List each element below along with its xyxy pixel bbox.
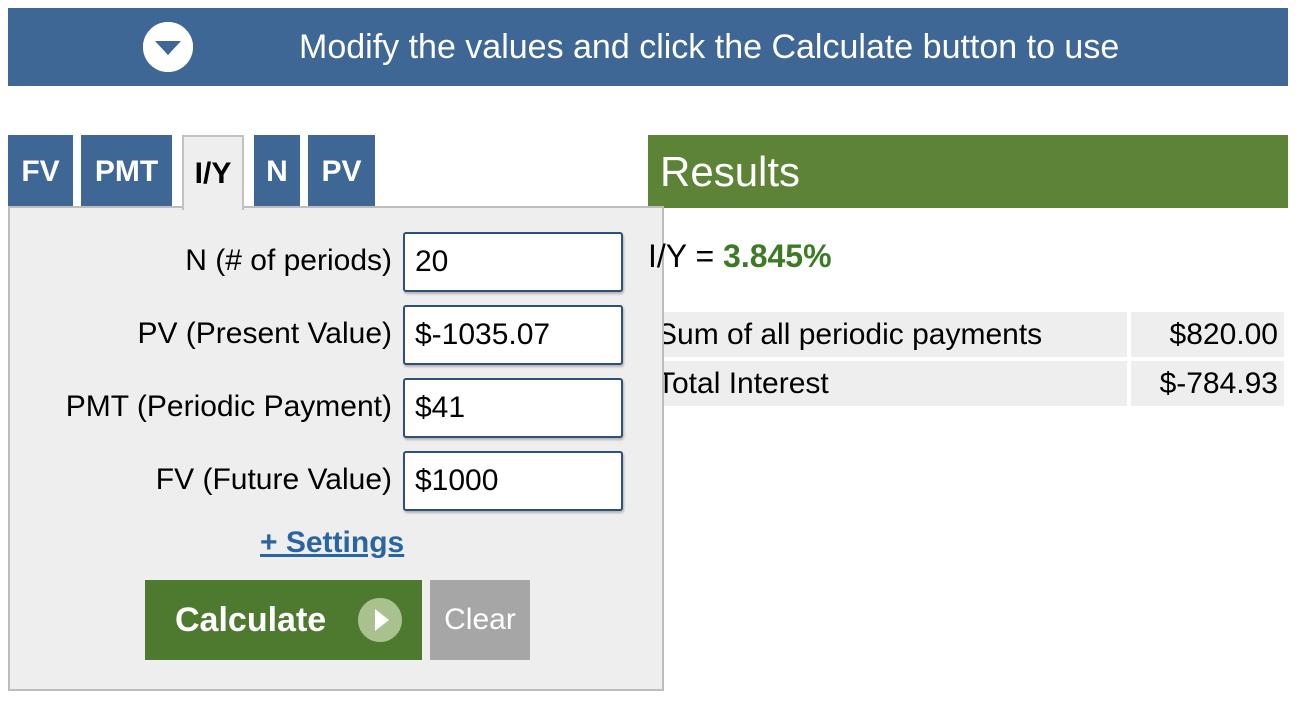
results-summary-table: Sum of all periodic payments $820.00 Tot… [647, 308, 1288, 410]
calculate-label: Calculate [175, 601, 327, 639]
summary-label: Total Interest [651, 361, 1127, 406]
instruction-banner: Modify the values and click the Calculat… [8, 8, 1288, 86]
result-line: I/Y = 3.845% [648, 238, 832, 275]
pmt-label: PMT (Periodic Payment) [65, 390, 392, 423]
banner-text: Modify the values and click the Calculat… [299, 28, 1120, 66]
table-row: Sum of all periodic payments $820.00 [651, 312, 1284, 357]
pv-input[interactable] [403, 305, 623, 365]
fv-label: FV (Future Value) [155, 463, 392, 496]
pv-label: PV (Present Value) [137, 317, 392, 350]
chevron-down-icon[interactable] [143, 22, 193, 72]
fv-input[interactable] [403, 451, 623, 511]
tab-iy[interactable]: I/Y [182, 135, 244, 210]
pmt-input[interactable] [403, 378, 623, 438]
summary-value: $-784.93 [1131, 361, 1284, 406]
n-label: N (# of periods) [185, 244, 392, 277]
tab-n[interactable]: N [254, 135, 300, 208]
result-value: 3.845% [723, 238, 832, 274]
result-prefix: I/Y = [648, 238, 724, 274]
summary-label: Sum of all periodic payments [651, 312, 1127, 357]
n-input[interactable] [403, 232, 623, 292]
tab-pv[interactable]: PV [308, 135, 375, 208]
clear-button[interactable]: Clear [430, 580, 530, 660]
summary-value: $820.00 [1131, 312, 1284, 357]
tab-pmt[interactable]: PMT [81, 135, 172, 208]
calculate-button[interactable]: Calculate [145, 580, 422, 660]
play-icon [358, 598, 402, 642]
settings-link[interactable]: + Settings [260, 526, 404, 560]
results-header: Results [648, 135, 1288, 208]
calculator-form: N (# of periods) PV (Present Value) PMT … [8, 206, 664, 691]
tab-fv[interactable]: FV [8, 135, 73, 208]
table-row: Total Interest $-784.93 [651, 361, 1284, 406]
